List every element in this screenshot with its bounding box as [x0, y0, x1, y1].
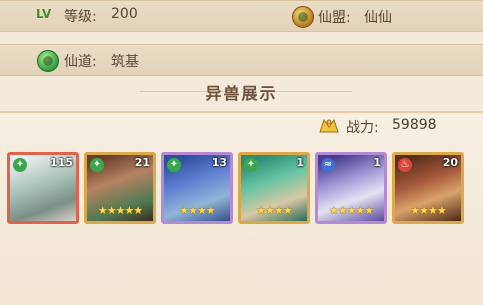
beast-stars: ★★★★ — [179, 204, 215, 217]
beast-card-6[interactable]: ♨ 20 ★★★★ — [392, 152, 464, 224]
beast-card-4[interactable]: ✦ 1 ★★★★ — [238, 152, 310, 224]
beast-level: 20 — [442, 156, 458, 169]
beast-level: 1 — [296, 156, 304, 169]
beast-card-3[interactable]: ✦ 13 ★★★★ — [161, 152, 233, 224]
beast-card-5[interactable]: ≈ 1 ★★★★★ — [315, 152, 387, 224]
beast-level: 13 — [211, 156, 227, 169]
beast-stars: ★★★★★ — [97, 204, 143, 217]
lv-badge: LV — [36, 7, 52, 21]
wood-element-icon: ✦ — [90, 158, 104, 172]
power-value: 59898 — [392, 117, 437, 133]
beast-level: 21 — [134, 156, 150, 169]
alliance-value: 仙仙 — [364, 10, 392, 26]
level-label: 等级: — [64, 9, 97, 25]
fire-element-icon: ♨ — [398, 158, 412, 172]
beast-stars: ★★★★ — [256, 204, 292, 217]
section-title: 异兽展示 — [205, 84, 278, 103]
beast-stars: ★★★★ — [410, 204, 446, 217]
beast-card-1[interactable]: ✦ 115 — [7, 152, 79, 224]
path-medal-icon — [37, 50, 59, 72]
beast-level: 1 — [373, 156, 381, 169]
alliance-label: 仙盟: — [318, 10, 351, 26]
beast-card-2[interactable]: ✦ 21 ★★★★★ — [84, 152, 156, 224]
power-label: 战力: — [346, 120, 379, 136]
beast-stars: ★★★★★ — [328, 204, 374, 217]
wood-element-icon: ✦ — [13, 158, 27, 172]
alliance-medal-icon — [292, 6, 314, 28]
battle-power-icon — [319, 118, 339, 133]
path-label: 仙道: — [64, 54, 97, 70]
section-title-band: 异兽展示 — [0, 78, 483, 103]
wood-element-icon: ✦ — [244, 158, 258, 172]
water-element-icon: ≈ — [321, 158, 335, 172]
beast-level: 115 — [50, 156, 73, 169]
path-value: 筑基 — [111, 54, 139, 70]
wood-element-icon: ✦ — [167, 158, 181, 172]
level-value: 200 — [111, 6, 138, 22]
